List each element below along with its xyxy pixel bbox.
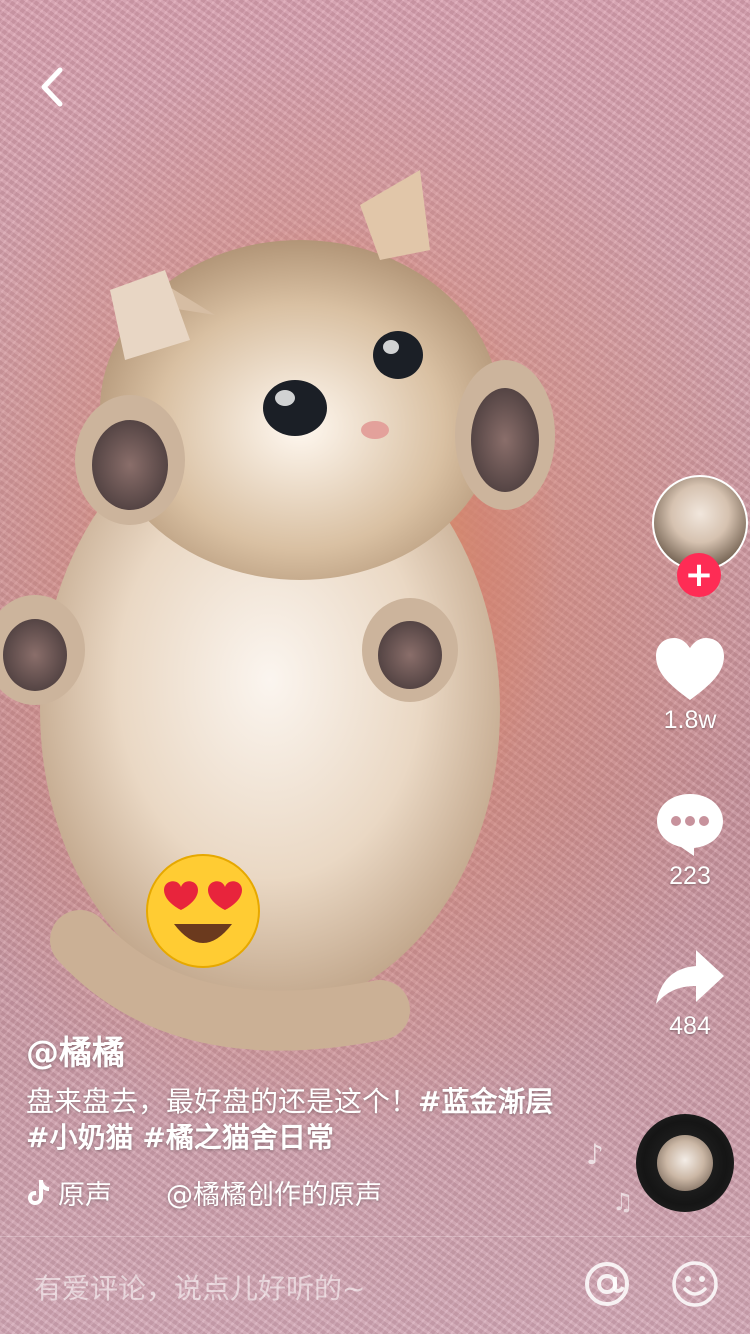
sound-marquee[interactable]: 原声 @橘橘创作的原声 [26,1172,382,1212]
video-kitten-image [0,170,555,1051]
hashtag-link[interactable]: #蓝金渐层 [418,1085,553,1118]
music-note-icon: ♪ [586,1138,604,1171]
caption-text: 盘来盘去，最好盘的还是这个！ [26,1085,419,1118]
sound-title: @橘橘创作的原声 [166,1179,382,1211]
creator-username[interactable]: @橘橘 [26,1026,125,1074]
creator-avatar-group[interactable]: + [652,475,748,597]
music-disc-button[interactable] [636,1114,734,1212]
comment-input[interactable]: 有爱评论，说点儿好听的~ [34,1267,365,1307]
mention-at-icon[interactable] [582,1259,632,1309]
heart-eyes-emoji-icon [146,854,260,968]
comment-bar: 有爱评论，说点儿好听的~ [0,1237,750,1334]
back-button[interactable] [32,62,72,112]
comment-count: 223 [669,862,711,890]
heart-icon [656,638,724,700]
share-button[interactable]: 484 [630,948,750,1041]
like-count: 1.8w [663,706,717,734]
like-button[interactable]: 1.8w [630,636,750,735]
music-note-icon: ♫ [612,1188,634,1216]
tiktok-note-icon [28,1180,49,1205]
share-arrow-icon [656,950,724,1004]
share-count: 484 [669,1012,711,1040]
sound-label: 原声 [58,1179,112,1211]
comment-bubble-icon [657,794,723,856]
emoji-smile-icon[interactable] [670,1259,720,1309]
video-caption: 盘来盘去，最好盘的还是这个！#蓝金渐层 #小奶猫 #橘之猫舍日常 [26,1084,566,1156]
follow-button[interactable]: + [677,553,721,597]
chevron-left-icon [41,67,63,107]
comment-button[interactable]: 223 [630,790,750,891]
hashtag-link[interactable]: #小奶猫 [26,1121,133,1154]
music-disc-cover [657,1135,713,1191]
hashtag-link[interactable]: #橘之猫舍日常 [142,1121,333,1154]
